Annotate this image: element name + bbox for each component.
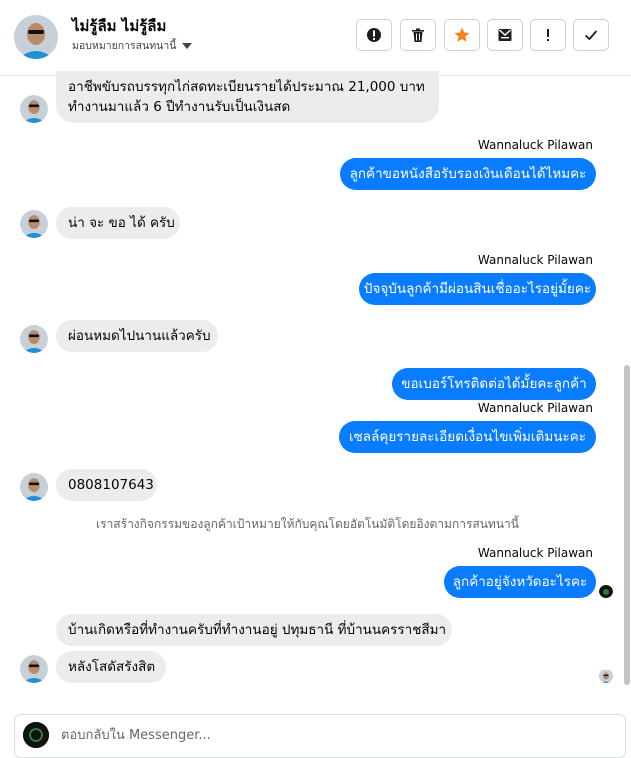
follow-up-button[interactable] [530, 19, 566, 51]
reply-composer [14, 714, 626, 758]
message-bubble-incoming[interactable]: ผ่อนหมดไปนานแล้วครับ [56, 320, 218, 352]
star-button[interactable] [444, 19, 480, 51]
message-bubble-outgoing[interactable]: ลูกค้าขอหนังสือรับรองเงินเดือนได้ไหมคะ [340, 158, 596, 190]
conversation-header: ไม่รู้ลืม ไม่รู้ลืม มอบหมายการสนทนานี้ [0, 0, 631, 76]
star-icon [454, 27, 470, 42]
sender-name: Wannaluck Pilawan [477, 546, 593, 560]
message-bubble-outgoing[interactable]: เซลล์คุยรายละเอียดเงื่อนไขเพิ่มเติมนะคะ [339, 421, 596, 453]
message-bubble-outgoing[interactable]: ปัจจุบันลูกค้ามีผ่อนสินเชื่ออะไรอยู่มั้ย… [359, 273, 596, 305]
message-thread[interactable]: อาชีพขับรถบรรทุกไก่สดทะเบียนรายได้ประมาณ… [0, 71, 631, 707]
contact-avatar-small [20, 95, 48, 123]
message-bubble-incoming[interactable]: บ้านเกิดหรือที่ทำงานครับที่ทำงานอยู่ ปทุ… [56, 614, 452, 646]
trash-icon [412, 28, 424, 42]
done-button[interactable] [573, 19, 609, 51]
contact-avatar-small [20, 473, 48, 501]
spam-report-button[interactable] [356, 19, 392, 51]
message-bubble-incoming[interactable]: หลังโสดัสรังสิต [56, 651, 166, 683]
contact-name: ไม่รู้ลืม ไม่รู้ลืม [72, 17, 167, 35]
mark-unread-button[interactable] [487, 19, 523, 51]
envelope-icon [498, 29, 512, 41]
message-bubble-incoming[interactable]: อาชีพขับรถบรรทุกไก่สดทะเบียนรายได้ประมาณ… [56, 71, 439, 123]
chevron-down-icon [182, 43, 193, 49]
message-bubble-incoming[interactable]: 0808107643 [56, 469, 157, 501]
assign-label: มอบหมายการสนทนานี้ [72, 40, 177, 52]
message-bubble-incoming[interactable]: น่า จะ ขอ ได้ ครับ [56, 207, 180, 239]
reply-input[interactable] [59, 727, 603, 744]
sender-name: Wannaluck Pilawan [477, 138, 593, 152]
thread-scrollbar[interactable] [624, 365, 630, 685]
sender-name: Wannaluck Pilawan [477, 253, 593, 267]
page-avatar [23, 722, 49, 748]
contact-avatar[interactable] [14, 15, 58, 59]
exclamation-icon [547, 29, 549, 41]
message-bubble-outgoing[interactable]: ลูกค้าอยู่จังหวัดอะไรคะ [444, 566, 596, 598]
sender-name: Wannaluck Pilawan [477, 401, 593, 415]
read-receipt-avatar [599, 584, 613, 598]
read-receipt-avatar [599, 669, 613, 683]
contact-avatar-small [20, 655, 48, 683]
message-bubble-outgoing[interactable]: ขอเบอร์โทรติดต่อได้มั้ยคะลูกค้า [392, 368, 596, 400]
system-notice: เราสร้างกิจกรรมของลูกค้าเป้าหมายให้กับคุ… [96, 517, 519, 531]
alert-circle-icon [367, 28, 381, 42]
delete-button[interactable] [400, 19, 436, 51]
contact-avatar-small [20, 210, 48, 238]
contact-avatar-small [20, 325, 48, 353]
assign-conversation-dropdown[interactable]: มอบหมายการสนทนานี้ [72, 37, 193, 54]
checkmark-icon [584, 30, 598, 41]
